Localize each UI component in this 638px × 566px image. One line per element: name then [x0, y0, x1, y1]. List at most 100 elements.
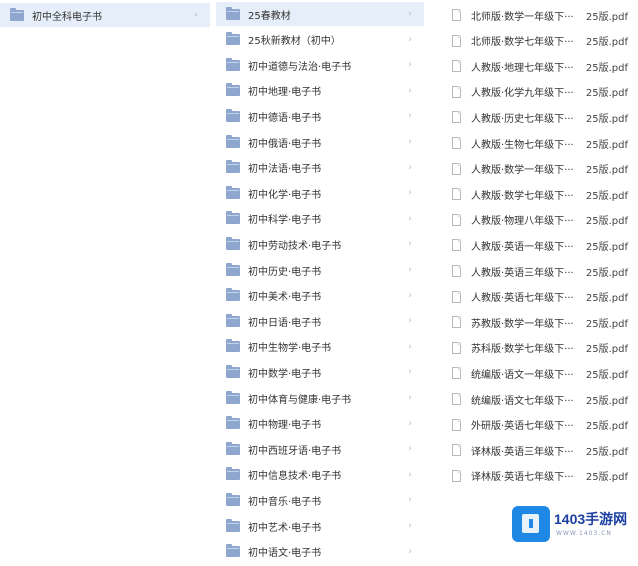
folder-label: 初中美术·电子书	[248, 292, 322, 304]
file-version-ext: 25版.pdf	[585, 165, 628, 177]
pdf-file-icon	[452, 34, 461, 47]
file-name: 北师版·数学七年级下···	[471, 37, 574, 49]
folder-item[interactable]: 初中全科电子书 ›	[0, 3, 210, 27]
chevron-right-icon: ›	[194, 10, 198, 20]
folder-item[interactable]: 初中数学·电子书 ›	[216, 360, 424, 384]
folder-item[interactable]: 25春教材 ›	[216, 2, 424, 26]
file-item[interactable]: 外研版·英语七年级下··· 25版.pdf	[444, 413, 638, 437]
chevron-right-icon: ›	[408, 316, 412, 327]
folder-label: 初中德语·电子书	[248, 112, 322, 124]
folder-item[interactable]: 初中信息技术·电子书 ›	[216, 463, 424, 487]
folder-item[interactable]: 初中地理·电子书 ›	[216, 79, 424, 103]
file-item[interactable]: 统编版·语文一年级下··· 25版.pdf	[444, 361, 638, 385]
pdf-file-icon	[452, 60, 461, 73]
folder-item[interactable]: 初中物理·电子书 ›	[216, 412, 424, 436]
folder-item[interactable]: 初中美术·电子书 ›	[216, 284, 424, 308]
chevron-right-icon: ›	[408, 162, 412, 173]
file-item[interactable]: 人教版·地理七年级下··· 25版.pdf	[444, 54, 638, 78]
folder-label: 初中历史·电子书	[248, 266, 322, 278]
folder-icon	[226, 236, 240, 250]
file-item[interactable]: 人教版·物理八年级下··· 25版.pdf	[444, 208, 638, 232]
file-name: 外研版·英语七年级下···	[471, 421, 574, 433]
chevron-right-icon: ›	[408, 213, 412, 224]
file-version-ext: 25版.pdf	[585, 318, 628, 330]
folder-label: 初中化学·电子书	[248, 189, 322, 201]
chevron-right-icon: ›	[408, 137, 412, 147]
folder-item[interactable]: 25秋新教材（初中） ›	[216, 28, 424, 52]
folder-icon	[226, 134, 240, 148]
file-version-ext: 25版.pdf	[585, 421, 628, 433]
folder-label: 初中信息技术·电子书	[248, 471, 342, 483]
file-item[interactable]: 人教版·数学七年级下··· 25版.pdf	[444, 182, 638, 206]
folder-item[interactable]: 初中法语·电子书 ›	[216, 156, 424, 180]
file-name: 人教版·英语三年级下···	[471, 267, 574, 279]
folder-item[interactable]: 初中俄语·电子书 ›	[216, 130, 424, 154]
file-item[interactable]: 人教版·英语三年级下··· 25版.pdf	[444, 259, 638, 283]
folder-icon	[226, 160, 240, 174]
pdf-file-icon	[452, 85, 461, 98]
folder-icon	[226, 211, 240, 225]
file-version-ext: 25版.pdf	[585, 395, 628, 407]
folder-item[interactable]: 初中音乐·电子书 ›	[216, 488, 424, 512]
file-item[interactable]: 译林版·英语七年级下··· 25版.pdf	[444, 464, 638, 488]
folder-label: 初中劳动技术·电子书	[248, 240, 342, 252]
folder-icon	[226, 83, 240, 97]
file-item[interactable]: 北师版·数学一年级下··· 25版.pdf	[444, 3, 638, 27]
folder-item[interactable]: 初中体育与健康·电子书 ›	[216, 386, 424, 410]
file-name: 统编版·语文七年级下···	[471, 395, 574, 407]
file-name: 人教版·数学一年级下···	[471, 165, 574, 177]
file-name: 人教版·英语一年级下···	[471, 241, 574, 253]
folder-label: 初中全科电子书	[32, 11, 102, 23]
folder-label: 初中物理·电子书	[248, 420, 322, 432]
folder-item[interactable]: 初中劳动技术·电子书 ›	[216, 232, 424, 256]
folder-icon	[226, 57, 240, 71]
pdf-file-icon	[452, 239, 461, 252]
folder-item[interactable]: 初中西班牙语·电子书 ›	[216, 437, 424, 461]
chevron-right-icon: ›	[408, 341, 412, 352]
folder-item[interactable]: 初中历史·电子书 ›	[216, 258, 424, 282]
file-item[interactable]: 北师版·数学七年级下··· 25版.pdf	[444, 29, 638, 53]
folder-icon	[226, 6, 240, 20]
file-version-ext: 25版.pdf	[585, 446, 628, 458]
file-item[interactable]: 人教版·英语七年级下··· 25版.pdf	[444, 285, 638, 309]
file-name: 译林版·英语三年级下···	[471, 446, 574, 458]
file-item[interactable]: 统编版·语文七年级下··· 25版.pdf	[444, 387, 638, 411]
folder-label: 25秋新教材（初中）	[248, 36, 341, 48]
file-name: 人教版·英语七年级下···	[471, 293, 574, 305]
pdf-file-icon	[452, 290, 461, 303]
pdf-file-icon	[452, 444, 461, 457]
folder-icon	[226, 364, 240, 378]
file-item[interactable]: 人教版·生物七年级下··· 25版.pdf	[444, 131, 638, 155]
folder-item[interactable]: 初中艺术·电子书 ›	[216, 514, 424, 538]
file-item[interactable]: 译林版·英语三年级下··· 25版.pdf	[444, 438, 638, 462]
chevron-right-icon: ›	[408, 111, 412, 122]
file-item[interactable]: 人教版·数学一年级下··· 25版.pdf	[444, 157, 638, 181]
file-version-ext: 25版.pdf	[585, 369, 628, 381]
file-item[interactable]: 人教版·英语一年级下··· 25版.pdf	[444, 233, 638, 257]
chevron-right-icon: ›	[408, 85, 412, 96]
folder-item[interactable]: 初中科学·电子书 ›	[216, 207, 424, 231]
chevron-right-icon: ›	[408, 495, 412, 506]
folder-item[interactable]: 初中德语·电子书 ›	[216, 104, 424, 128]
folder-item[interactable]: 初中道德与法治·电子书 ›	[216, 53, 424, 77]
watermark-subtitle: WWW.1403.CN	[556, 530, 612, 537]
file-item[interactable]: 苏教版·数学一年级下··· 25版.pdf	[444, 310, 638, 334]
folder-item[interactable]: 初中化学·电子书 ›	[216, 181, 424, 205]
folder-label: 初中体育与健康·电子书	[248, 394, 352, 406]
folder-item[interactable]: 初中语文·电子书 ›	[216, 540, 424, 564]
folder-item[interactable]: 初中日语·电子书 ›	[216, 309, 424, 333]
file-item[interactable]: 苏科版·数学七年级下··· 25版.pdf	[444, 336, 638, 360]
chevron-right-icon: ›	[408, 239, 412, 250]
chevron-right-icon: ›	[408, 469, 412, 480]
site-watermark: 1403手游网 WWW.1403.CN	[512, 504, 636, 544]
pdf-file-icon	[452, 341, 461, 354]
file-version-ext: 25版.pdf	[585, 139, 628, 151]
folder-item[interactable]: 初中生物学·电子书 ›	[216, 335, 424, 359]
file-column-pdfs: 北师版·数学一年级下··· 25版.pdf 北师版·数学七年级下··· 25版.pdf…	[444, 0, 638, 566]
folder-label: 初中数学·电子书	[248, 368, 322, 380]
pdf-file-icon	[452, 469, 461, 482]
chevron-right-icon: ›	[408, 188, 412, 199]
file-item[interactable]: 人教版·化学九年级下··· 25版.pdf	[444, 80, 638, 104]
file-item[interactable]: 人教版·历史七年级下··· 25版.pdf	[444, 105, 638, 129]
chevron-right-icon: ›	[408, 34, 412, 45]
